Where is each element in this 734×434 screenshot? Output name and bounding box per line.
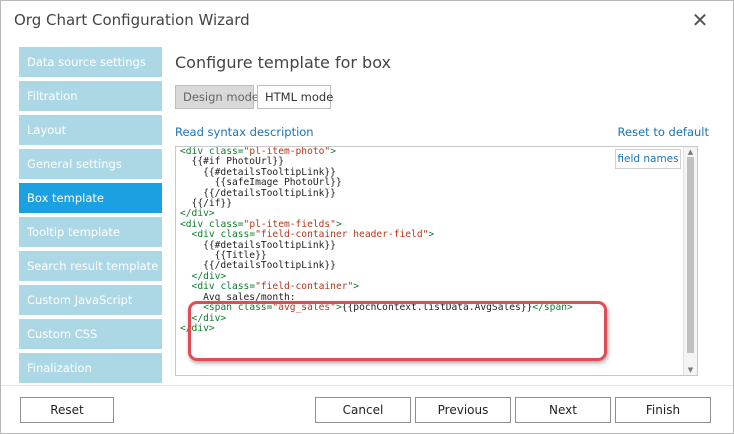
cancel-button[interactable]: Cancel <box>315 397 411 423</box>
sidebar-item-custom-css[interactable]: Custom CSS <box>19 319 162 349</box>
sidebar-item-search-result-template[interactable]: Search result template <box>19 251 162 281</box>
footer-divider <box>1 385 733 386</box>
code-line[interactable]: </div> <box>180 323 573 334</box>
code-line[interactable]: <span class="avg_sales">{{pochContext.li… <box>180 302 573 313</box>
code-line[interactable]: {{/if}} <box>180 198 573 209</box>
window-title: Org Chart Configuration Wizard <box>14 11 250 29</box>
sidebar-item-data-source-settings[interactable]: Data source settings <box>19 47 162 77</box>
sidebar-item-custom-javascript[interactable]: Custom JavaScript <box>19 285 162 315</box>
next-button[interactable]: Next <box>515 397 611 423</box>
wizard-steps-sidebar: Data source settings Filtration Layout G… <box>19 47 162 387</box>
tab-html-mode[interactable]: HTML mode <box>257 85 333 109</box>
sidebar-item-layout[interactable]: Layout <box>19 115 162 145</box>
template-code-editor[interactable]: <div class="pl-item-photo"> {{#if PhotoU… <box>175 146 698 376</box>
scroll-thumb[interactable] <box>687 157 694 353</box>
sidebar-item-box-template[interactable]: Box template <box>19 183 162 213</box>
finish-button[interactable]: Finish <box>615 397 711 423</box>
sidebar-item-filtration[interactable]: Filtration <box>19 81 162 111</box>
previous-button[interactable]: Previous <box>415 397 511 423</box>
reset-button[interactable]: Reset <box>20 397 114 423</box>
editor-scrollbar[interactable]: ▲ ▼ <box>683 147 697 375</box>
syntax-description-link[interactable]: Read syntax description <box>175 125 314 139</box>
titlebar: Org Chart Configuration Wizard ✕ <box>1 1 733 41</box>
sidebar-item-general-settings[interactable]: General settings <box>19 149 162 179</box>
sidebar-item-tooltip-template[interactable]: Tooltip template <box>19 217 162 247</box>
wizard-dialog: Org Chart Configuration Wizard ✕ Data so… <box>0 0 734 434</box>
tab-design-mode[interactable]: Design mode <box>175 85 259 109</box>
code-content[interactable]: <div class="pl-item-photo"> {{#if PhotoU… <box>180 147 573 334</box>
field-names-button[interactable]: field names <box>615 149 681 169</box>
code-line[interactable]: </div> <box>180 313 573 324</box>
code-line[interactable]: {{/detailsTooltipLink}} <box>180 261 573 271</box>
scroll-down-icon[interactable]: ▼ <box>684 365 697 375</box>
reset-to-default-link[interactable]: Reset to default <box>618 125 709 139</box>
code-line[interactable]: {{/detailsTooltipLink}} <box>180 188 573 199</box>
scroll-up-icon[interactable]: ▲ <box>684 147 697 157</box>
close-icon[interactable]: ✕ <box>689 9 711 31</box>
sidebar-item-finalization[interactable]: Finalization <box>19 353 162 383</box>
section-title: Configure template for box <box>175 53 391 72</box>
